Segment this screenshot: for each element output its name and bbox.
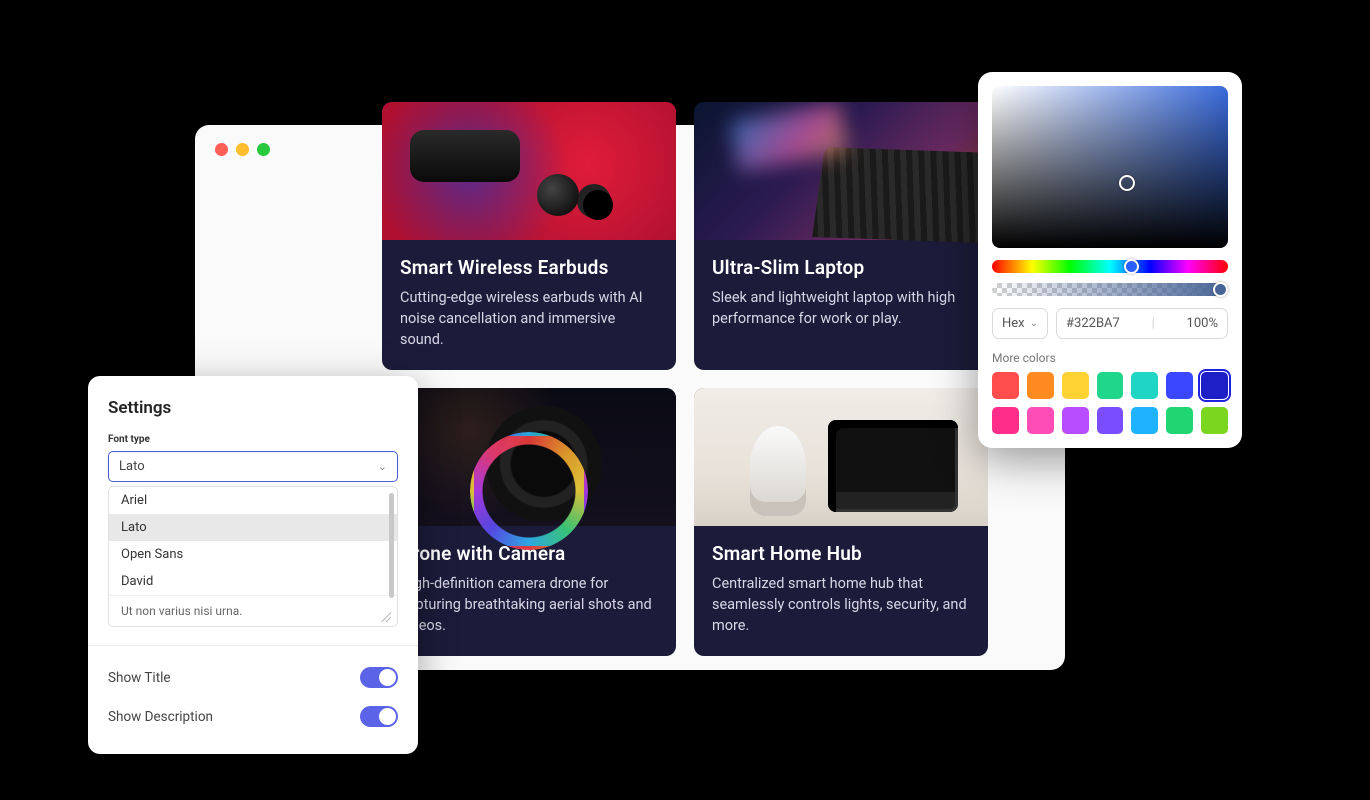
color-swatch[interactable]: [1062, 407, 1089, 434]
color-swatch[interactable]: [1097, 372, 1124, 399]
hue-slider-thumb[interactable]: [1124, 259, 1139, 274]
hub-screen-tiles: [868, 454, 944, 470]
color-swatch[interactable]: [992, 372, 1019, 399]
color-saturation-field[interactable]: [992, 86, 1228, 248]
traffic-light-minimize-icon[interactable]: [236, 143, 249, 156]
show-title-toggle[interactable]: [360, 667, 398, 688]
show-description-label: Show Description: [108, 709, 213, 725]
product-image-drone: [382, 388, 676, 526]
color-swatch[interactable]: [1027, 407, 1054, 434]
color-swatch[interactable]: [1062, 372, 1089, 399]
color-swatch[interactable]: [1131, 372, 1158, 399]
product-card-hub[interactable]: Smart Home Hub Centralized smart home hu…: [694, 388, 988, 656]
more-colors-label: More colors: [992, 351, 1228, 365]
color-swatch-grid: [992, 372, 1228, 434]
product-description: High-definition camera drone for capturi…: [400, 573, 658, 636]
hue-slider[interactable]: [992, 260, 1228, 273]
color-swatch[interactable]: [1131, 407, 1158, 434]
color-swatch[interactable]: [1201, 372, 1228, 399]
product-title: Smart Wireless Earbuds: [400, 256, 658, 279]
chevron-down-icon: ⌄: [1030, 318, 1038, 329]
toggle-row-show-description: Show Description: [108, 697, 398, 736]
opacity-slider[interactable]: [992, 283, 1228, 296]
product-description: Cutting-edge wireless earbuds with AI no…: [400, 287, 658, 350]
traffic-light-close-icon[interactable]: [215, 143, 228, 156]
toggle-row-show-title: Show Title: [108, 658, 398, 697]
color-swatch[interactable]: [1166, 372, 1193, 399]
color-swatch[interactable]: [1027, 372, 1054, 399]
product-title: Ultra-Slim Laptop: [712, 256, 970, 279]
dropdown-hint-text: Ut non varius nisi urna.: [109, 595, 397, 626]
value-separator: |: [1152, 316, 1155, 331]
color-format-value: Hex: [1002, 316, 1025, 331]
show-title-label: Show Title: [108, 670, 171, 686]
color-value-input[interactable]: #322BA7 | 100%: [1056, 308, 1228, 339]
font-option-david[interactable]: David: [109, 568, 397, 595]
window-traffic-lights: [215, 143, 270, 156]
chevron-down-icon: ⌄: [378, 460, 387, 473]
color-picker-panel: Hex ⌄ #322BA7 | 100% More colors: [978, 72, 1242, 448]
font-option-lato[interactable]: Lato: [109, 514, 397, 541]
opacity-value: 100%: [1187, 316, 1218, 331]
product-description: Sleek and lightweight laptop with high p…: [712, 287, 970, 329]
font-option-ariel[interactable]: Ariel: [109, 487, 397, 514]
color-swatch[interactable]: [992, 407, 1019, 434]
color-field-cursor[interactable]: [1119, 175, 1135, 191]
show-description-toggle[interactable]: [360, 706, 398, 727]
color-swatch[interactable]: [1201, 407, 1228, 434]
product-card-earbuds[interactable]: Smart Wireless Earbuds Cutting-edge wire…: [382, 102, 676, 370]
font-type-value: Lato: [119, 459, 145, 474]
settings-panel: Settings Font type Lato ⌄ Ariel Lato Ope…: [88, 376, 418, 754]
color-format-select[interactable]: Hex ⌄: [992, 308, 1048, 339]
traffic-light-zoom-icon[interactable]: [257, 143, 270, 156]
opacity-slider-thumb[interactable]: [1213, 282, 1228, 297]
hex-value: #322BA7: [1066, 316, 1120, 331]
product-title: Smart Home Hub: [712, 542, 970, 565]
font-type-label: Font type: [108, 434, 398, 445]
color-swatch[interactable]: [1166, 407, 1193, 434]
font-type-dropdown: Ariel Lato Open Sans David Ut non varius…: [108, 486, 398, 627]
product-image-earbuds: [382, 102, 676, 240]
settings-title: Settings: [108, 398, 398, 418]
product-image-laptop: [694, 102, 988, 240]
product-card-drone[interactable]: Drone with Camera High-definition camera…: [382, 388, 676, 656]
product-description: Centralized smart home hub that seamless…: [712, 573, 970, 636]
color-swatch[interactable]: [1097, 407, 1124, 434]
product-cards-grid: Smart Wireless Earbuds Cutting-edge wire…: [382, 102, 988, 656]
product-card-laptop[interactable]: Ultra-Slim Laptop Sleek and lightweight …: [694, 102, 988, 370]
font-option-opensans[interactable]: Open Sans: [109, 541, 397, 568]
font-type-select[interactable]: Lato ⌄: [108, 451, 398, 482]
product-image-hub: [694, 388, 988, 526]
settings-divider: [88, 645, 418, 646]
